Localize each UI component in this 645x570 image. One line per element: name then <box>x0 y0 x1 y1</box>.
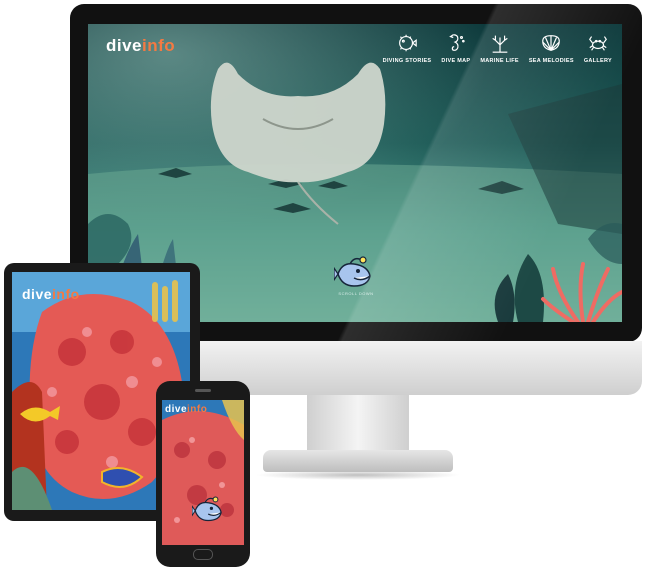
nav-label: DIVE MAP <box>441 58 471 64</box>
coral-icon <box>491 35 508 53</box>
nav-label: GALLERY <box>583 58 612 64</box>
nav-label: SEA MELODIES <box>528 58 574 64</box>
nav-item-sea-melodies[interactable]: SEA MELODIES <box>529 32 574 64</box>
site-logo[interactable]: diveinfo <box>106 36 175 56</box>
nav-item-gallery[interactable]: GALLERY <box>584 32 612 64</box>
logo-text-info: info <box>142 36 176 55</box>
tablet-site-logo[interactable]: diveinfo <box>22 286 80 302</box>
nav-item-diving-stories[interactable]: DIVING STORIES <box>383 32 432 64</box>
logo-text-info: info <box>187 404 208 415</box>
logo-text-dive: dive <box>106 36 143 55</box>
phone-anglerfish-icon[interactable] <box>192 496 226 524</box>
phone-speaker <box>195 389 211 392</box>
nav-label: DIVING STORIES <box>382 58 432 64</box>
logo-text-dive: dive <box>22 286 53 302</box>
nav-label: MARINE LIFE <box>480 58 519 64</box>
seahorse-icon <box>449 34 465 51</box>
nav-item-marine-life[interactable]: MARINE LIFE <box>480 32 519 64</box>
monitor-stand-foot <box>263 450 453 472</box>
main-navigation: DIVING STORIES DIVE MAP MARINE LIFE SEA … <box>383 32 612 64</box>
anglerfish-icon[interactable] <box>334 256 376 290</box>
phone-website-screen: diveinfo <box>162 400 244 545</box>
pufferfish-icon <box>399 34 417 52</box>
crab-icon <box>588 36 607 51</box>
nav-item-dive-map[interactable]: DIVE MAP <box>441 32 470 64</box>
monitor-stand-neck <box>307 395 409 453</box>
phone-site-logo[interactable]: diveinfo <box>165 404 207 415</box>
scroll-caption: SCROLL DOWN <box>338 291 374 296</box>
logo-text-info: info <box>52 286 80 302</box>
seashell-icon <box>542 35 561 51</box>
logo-text-dive: dive <box>165 404 188 415</box>
phone-home-button[interactable] <box>193 549 213 560</box>
